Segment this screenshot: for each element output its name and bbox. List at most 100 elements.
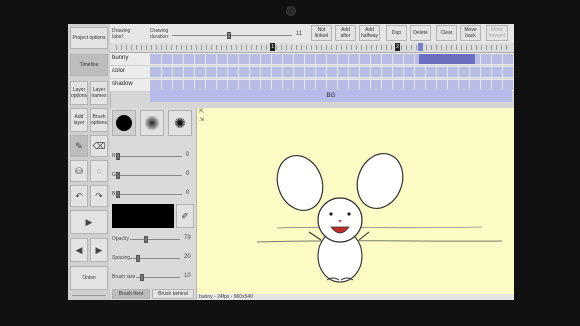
r-value: 0 — [186, 152, 190, 158]
textured-brush-preset[interactable]: ✺ — [168, 110, 192, 136]
b-slider[interactable] — [116, 194, 182, 195]
frame-cell-divider — [381, 80, 382, 90]
brush-front-button[interactable]: Brush front — [112, 289, 150, 299]
next-frame-button[interactable]: ▶ — [90, 238, 108, 262]
color-swatch[interactable] — [112, 204, 174, 228]
ruler-tick — [411, 45, 412, 50]
clear-label: Clear — [440, 30, 453, 36]
add-after-button[interactable]: Add after — [335, 25, 356, 41]
add-halfway-button[interactable]: Add halfway — [359, 25, 380, 41]
spacing-slider-thumb[interactable] — [136, 255, 140, 262]
keyframe-marker-2-label: 2 — [396, 44, 399, 50]
duration-slider[interactable] — [172, 35, 292, 36]
delete-button[interactable]: Delete — [410, 25, 431, 41]
brush-options-button[interactable]: Brush options — [90, 108, 108, 132]
keyframe-marker-1[interactable]: 1 — [270, 43, 275, 51]
playhead[interactable] — [418, 43, 423, 51]
play-button[interactable]: ▶ — [70, 210, 108, 234]
brush-behind-button[interactable]: Brush behind — [152, 289, 194, 299]
clear-button[interactable]: Clear — [436, 25, 457, 41]
drawing-canvas[interactable]: ⇱ ⇲ — [197, 108, 514, 294]
timeline-ruler[interactable]: 1 2 — [110, 43, 514, 53]
frame-cell-divider — [381, 67, 382, 77]
soft-brush-preset[interactable] — [140, 110, 164, 136]
frame-cell-divider — [326, 80, 327, 90]
add-layer-label: Add layer — [73, 114, 85, 126]
layer-names-button[interactable]: Layer names — [90, 81, 108, 105]
brush-size-label: Brush size — [112, 274, 136, 280]
frame-cell-divider — [304, 80, 305, 90]
splatter-brush-icon: ✺ — [174, 114, 186, 131]
layer-row-color[interactable]: color — [110, 66, 514, 79]
front-camera — [286, 6, 296, 16]
status-text: bunny - 24fps - 960x540 — [199, 294, 253, 300]
onion-button[interactable]: Onion — [70, 266, 108, 290]
g-slider[interactable] — [116, 175, 182, 176]
ruler-tick — [146, 45, 147, 50]
opacity-slider-thumb[interactable] — [144, 236, 148, 243]
project-options-button[interactable]: Project options — [70, 27, 108, 49]
move-forward-button[interactable]: Move forward — [486, 25, 508, 41]
onion-slider[interactable] — [72, 295, 106, 296]
r-slider-thumb[interactable] — [116, 153, 120, 160]
frame-cell-divider — [392, 80, 393, 90]
not-linked-button[interactable]: Not linked — [311, 25, 332, 41]
bg-layer-label: BG — [326, 93, 336, 99]
eraser-icon: ⌫ — [92, 141, 106, 151]
timeline-button[interactable]: Timeline — [70, 54, 108, 76]
opacity-slider[interactable] — [130, 239, 180, 240]
ruler-tick — [311, 45, 312, 50]
frame-cell-divider — [260, 67, 261, 77]
g-value: 0 — [186, 171, 190, 177]
ground-line — [256, 240, 503, 243]
frame-cell-divider — [260, 80, 261, 90]
hard-brush-preset[interactable] — [112, 110, 136, 136]
frame-cell-divider — [216, 80, 217, 90]
add-layer-button[interactable]: Add layer — [70, 108, 88, 132]
layer-name: color — [112, 68, 126, 74]
r-slider[interactable] — [116, 156, 182, 157]
frame-cell-divider — [205, 54, 206, 64]
ruler-tick — [426, 45, 427, 50]
ruler-tick — [211, 45, 212, 50]
layer-options-button[interactable]: Layer options — [70, 81, 88, 105]
b-slider-thumb[interactable] — [116, 191, 120, 198]
undo-button[interactable]: ↶ — [70, 185, 88, 207]
fill-tool-button[interactable]: ⛁ — [70, 160, 88, 182]
lasso-tool-button[interactable]: ◌ — [90, 160, 108, 182]
ruler-tick — [196, 45, 197, 50]
bg-layer[interactable]: BG — [150, 90, 512, 102]
eraser-tool-button[interactable]: ⌫ — [90, 135, 108, 157]
keyframe-marker-2[interactable]: 2 — [395, 43, 400, 51]
ruler-tick — [201, 45, 202, 50]
frame-cell-divider — [458, 67, 459, 77]
undo-icon: ↶ — [75, 191, 83, 201]
dup-button[interactable]: Dup — [386, 25, 407, 41]
redo-icon: ↷ — [95, 191, 103, 201]
duration-slider-thumb[interactable] — [227, 32, 231, 39]
move-back-button[interactable]: Move back — [460, 25, 481, 41]
ruler-tick — [361, 45, 362, 50]
frame-cell-divider — [304, 67, 305, 77]
brush-tool-button[interactable]: ✎ — [70, 135, 88, 157]
eyedropper-button[interactable]: ✐ — [176, 204, 194, 228]
layer-frames[interactable] — [150, 80, 514, 90]
ruler-tick — [501, 45, 502, 50]
frame-cell-divider — [491, 80, 492, 90]
ruler-tick — [366, 45, 367, 50]
ruler-tick — [121, 45, 122, 50]
layer-frames[interactable] — [150, 67, 514, 77]
g-slider-thumb[interactable] — [116, 172, 120, 179]
move-back-label: Move back — [464, 27, 477, 39]
selected-frames[interactable] — [419, 54, 475, 64]
frame-cell-divider — [238, 67, 239, 77]
frame-cell-divider — [172, 80, 173, 90]
brush-size-slider-thumb[interactable] — [140, 274, 144, 281]
b-value: 0 — [186, 190, 190, 196]
frame-cell-divider — [513, 54, 514, 64]
ruler-tick — [386, 45, 387, 50]
layer-row-bunny[interactable]: bunny — [110, 53, 514, 66]
frame-cell-divider — [205, 80, 206, 90]
redo-button[interactable]: ↷ — [90, 185, 108, 207]
previous-frame-button[interactable]: ◀ — [70, 238, 88, 262]
